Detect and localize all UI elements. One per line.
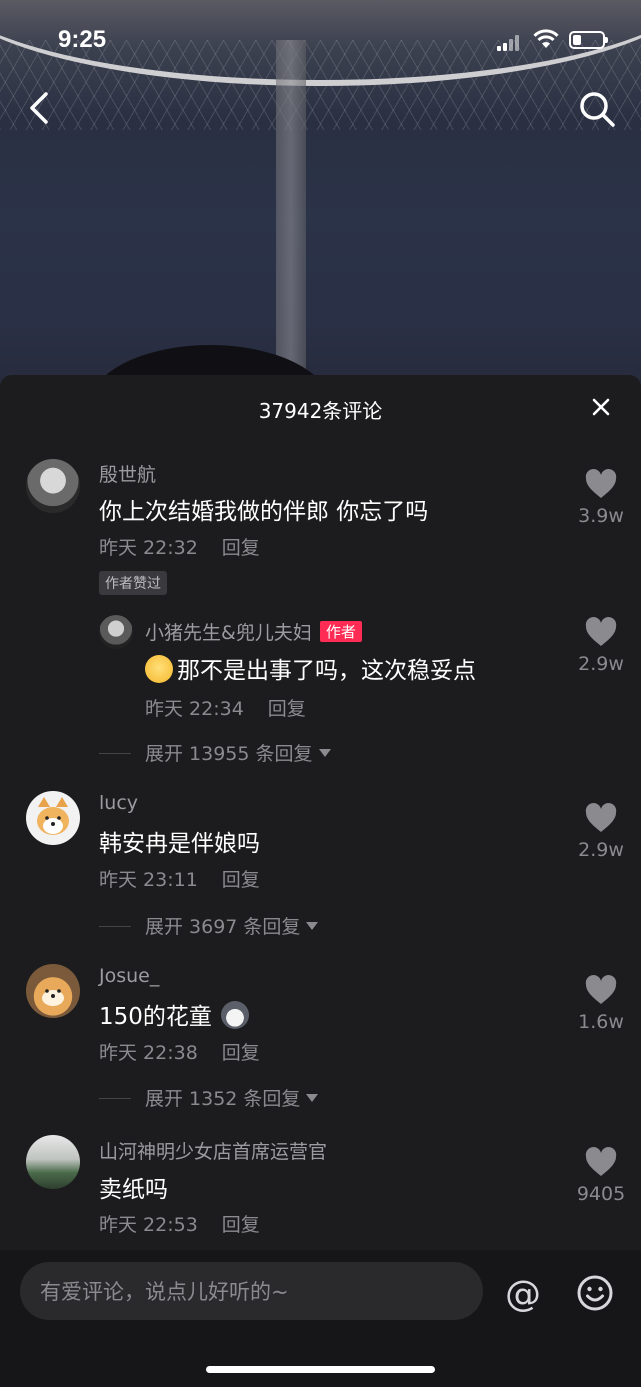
like-button[interactable]: 3.9w bbox=[571, 469, 631, 527]
comment-text: 韩安冉是伴娘吗 bbox=[99, 831, 260, 857]
chevron-down-icon bbox=[318, 749, 331, 757]
like-count: 2.9w bbox=[578, 839, 624, 861]
expand-replies-button[interactable]: 展开 13955 条回复 bbox=[99, 739, 331, 766]
reply-meta: 昨天 22:34 回复 bbox=[145, 694, 306, 721]
comment-text: 卖纸吗 bbox=[99, 1177, 168, 1203]
like-button[interactable]: 9405 bbox=[571, 1147, 631, 1205]
expand-replies-button[interactable]: 展开 3697 条回复 bbox=[99, 912, 319, 939]
rolling-eyes-emoji-icon bbox=[145, 655, 173, 683]
reply-button[interactable]: 回复 bbox=[268, 698, 306, 720]
heart-icon bbox=[585, 469, 617, 498]
comment-meta: 昨天 22:38 回复 bbox=[99, 1038, 260, 1065]
reply-text-row: 那不是出事了吗，这次稳妥点 bbox=[145, 651, 476, 685]
reply-username[interactable]: 小猪先生&兜儿夫妇 bbox=[145, 622, 312, 644]
heart-icon bbox=[585, 975, 617, 1004]
video-pillar-decor bbox=[276, 40, 306, 380]
comment-time: 昨天 22:32 bbox=[99, 537, 198, 559]
reply-button[interactable]: 回复 bbox=[222, 869, 260, 891]
divider-line bbox=[99, 753, 131, 754]
heart-icon bbox=[585, 1147, 617, 1176]
comment-username[interactable]: lucy bbox=[99, 792, 138, 814]
search-icon[interactable] bbox=[576, 88, 618, 130]
comment-username[interactable]: 殷世航 bbox=[99, 460, 156, 487]
avatar[interactable] bbox=[26, 964, 80, 1018]
back-arrow-icon[interactable] bbox=[22, 86, 62, 130]
like-button[interactable]: 2.9w bbox=[571, 617, 631, 675]
dog-avatar-icon bbox=[42, 989, 64, 1006]
emoji-picker-icon[interactable] bbox=[576, 1274, 614, 1312]
reply-button[interactable]: 回复 bbox=[222, 1214, 260, 1236]
author-tag: 作者 bbox=[319, 621, 362, 642]
comment-text: 你上次结婚我做的伴郎 你忘了吗 bbox=[99, 499, 429, 525]
husky-emoji-icon bbox=[221, 1001, 250, 1029]
expand-replies-label: 展开 1352 条回复 bbox=[145, 1088, 301, 1110]
comment-text: 150的花童 bbox=[99, 1004, 212, 1030]
expand-replies-button[interactable]: 展开 1352 条回复 bbox=[99, 1084, 319, 1111]
reply-button[interactable]: 回复 bbox=[222, 1042, 260, 1064]
avatar[interactable] bbox=[26, 459, 80, 513]
comment-username[interactable]: 山河神明少女店首席运营官 bbox=[99, 1137, 327, 1164]
comment-time: 昨天 23:11 bbox=[99, 869, 198, 891]
mention-at-button[interactable]: @ bbox=[503, 1274, 543, 1315]
comment-time: 昨天 22:38 bbox=[99, 1042, 198, 1064]
divider-line bbox=[99, 926, 131, 927]
like-button[interactable]: 2.9w bbox=[571, 803, 631, 861]
comment-sheet: 37942条评论 殷世航 你上次结婚我做的伴郎 你忘了吗 昨天 22:32 回复 … bbox=[0, 375, 641, 1387]
avatar[interactable] bbox=[26, 1135, 80, 1189]
like-count: 9405 bbox=[576, 1183, 626, 1205]
like-button[interactable]: 1.6w bbox=[571, 975, 631, 1033]
like-count: 1.6w bbox=[578, 1011, 624, 1033]
comment-input-container[interactable] bbox=[20, 1262, 483, 1322]
chevron-down-icon bbox=[306, 922, 319, 930]
comment-meta: 昨天 23:11 回复 bbox=[99, 865, 260, 892]
comment-text-row: 150的花童 bbox=[99, 997, 253, 1031]
divider-line bbox=[99, 1098, 131, 1099]
reply-button[interactable]: 回复 bbox=[222, 537, 260, 559]
reply-time: 昨天 22:34 bbox=[145, 698, 244, 720]
expand-replies-label: 展开 13955 条回复 bbox=[145, 743, 313, 765]
shiba-avatar-icon bbox=[37, 797, 69, 835]
home-indicator[interactable] bbox=[206, 1366, 435, 1373]
like-count: 2.9w bbox=[578, 653, 624, 675]
cellular-signal-icon bbox=[497, 33, 525, 51]
wifi-icon bbox=[533, 29, 559, 48]
close-icon[interactable] bbox=[589, 395, 613, 419]
expand-replies-label: 展开 3697 条回复 bbox=[145, 916, 301, 938]
status-bar: 9:25 bbox=[0, 0, 641, 80]
status-time: 9:25 bbox=[58, 26, 107, 53]
reply-text: 那不是出事了吗，这次稳妥点 bbox=[177, 658, 476, 684]
comment-meta: 昨天 22:32 回复 bbox=[99, 533, 260, 560]
chevron-down-icon bbox=[306, 1094, 319, 1102]
comment-count-title: 37942条评论 bbox=[258, 399, 383, 423]
avatar[interactable] bbox=[26, 791, 80, 845]
comment-input[interactable] bbox=[38, 1262, 462, 1322]
author-liked-badge: 作者赞过 bbox=[99, 571, 167, 595]
heart-icon bbox=[585, 617, 617, 646]
comment-time: 昨天 22:53 bbox=[99, 1214, 198, 1236]
avatar[interactable] bbox=[99, 615, 133, 649]
comment-meta: 昨天 22:53 回复 bbox=[99, 1210, 260, 1237]
heart-icon bbox=[585, 803, 617, 832]
like-count: 3.9w bbox=[578, 505, 624, 527]
battery-icon bbox=[569, 31, 608, 49]
reply-username-row: 小猪先生&兜儿夫妇 作者 bbox=[145, 618, 362, 645]
comment-username[interactable]: Josue_ bbox=[99, 965, 159, 987]
